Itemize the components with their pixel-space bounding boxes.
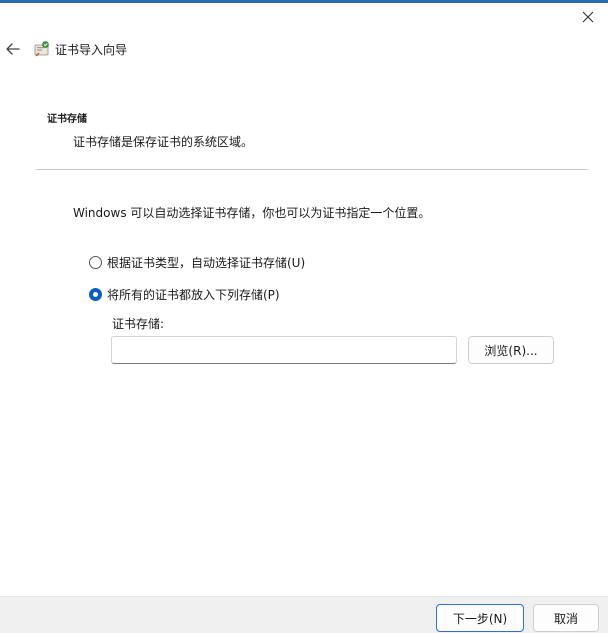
radio-label-auto-select: 根据证书类型，自动选择证书存储(U) xyxy=(107,255,306,270)
close-button[interactable] xyxy=(568,3,608,31)
close-icon xyxy=(582,11,594,23)
certificate-store-label: 证书存储: xyxy=(112,317,165,331)
arrow-left-icon xyxy=(6,43,20,55)
instruction-text: Windows 可以自动选择证书存储，你也可以为证书指定一个位置。 xyxy=(73,206,431,220)
section-description: 证书存储是保存证书的系统区域。 xyxy=(73,135,254,149)
browse-button[interactable]: 浏览(R)... xyxy=(468,336,554,364)
wizard-nav-row: 证书导入向导 xyxy=(0,36,608,62)
back-button[interactable] xyxy=(2,36,24,62)
radio-button-checked[interactable] xyxy=(89,287,102,301)
section-heading: 证书存储 xyxy=(47,114,87,125)
radio-option-place-all[interactable]: 将所有的证书都放入下列存储(P) xyxy=(89,285,280,303)
radio-button-unchecked[interactable] xyxy=(89,255,102,269)
certificate-import-wizard-window: 证书导入向导 证书存储 证书存储是保存证书的系统区域。 Windows 可以自动… xyxy=(0,0,608,633)
wizard-title: 证书导入向导 xyxy=(55,43,128,57)
header-divider xyxy=(36,169,588,170)
certificate-icon xyxy=(34,41,49,57)
window-top-accent xyxy=(0,0,608,3)
cancel-button[interactable]: 取消 xyxy=(533,604,599,632)
radio-label-place-all: 将所有的证书都放入下列存储(P) xyxy=(107,287,280,302)
radio-option-auto-select[interactable]: 根据证书类型，自动选择证书存储(U) xyxy=(89,253,305,271)
certificate-store-input[interactable] xyxy=(111,336,457,364)
next-button[interactable]: 下一步(N) xyxy=(436,604,524,632)
